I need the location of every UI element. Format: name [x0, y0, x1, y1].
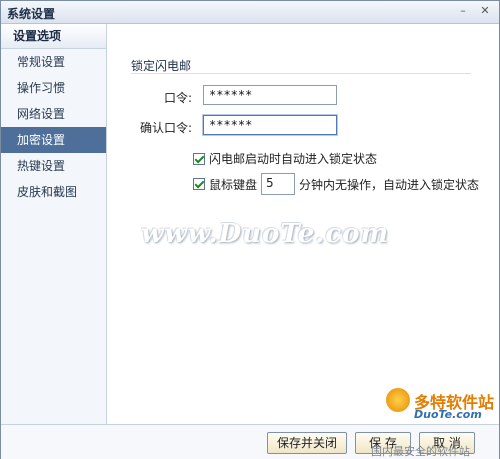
auto-lock-on-start-checkbox[interactable]	[193, 152, 205, 165]
save-and-close-button[interactable]: 保存并关闭	[267, 432, 347, 454]
window-controls: – ✕	[455, 3, 493, 19]
idle-lock-prefix: 鼠标键盘	[209, 177, 258, 192]
confirm-password-field[interactable]: ******	[203, 115, 337, 135]
sidebar-item-skin-screenshot[interactable]: 皮肤和截图	[1, 179, 106, 205]
sidebar-item-habits[interactable]: 操作习惯	[1, 75, 106, 101]
auto-lock-on-start-row: 闪电邮启动时自动进入锁定状态	[193, 150, 377, 167]
idle-minutes-input[interactable]: 5	[261, 173, 296, 195]
sidebar-item-network[interactable]: 网络设置	[1, 101, 106, 127]
settings-sidebar: 设置选项 常规设置 操作习惯 网络设置 加密设置 热键设置 皮肤和截图	[1, 24, 107, 458]
idle-lock-checkbox[interactable]	[193, 178, 205, 190]
title-bar: 系统设置 – ✕	[1, 1, 499, 24]
password-label: 口令:	[163, 91, 192, 105]
auto-lock-on-start-label: 闪电邮启动时自动进入锁定状态	[209, 152, 378, 166]
idle-lock-suffix: 分钟内无操作，自动进入锁定状态	[299, 177, 480, 192]
close-icon[interactable]: ✕	[477, 3, 493, 19]
sidebar-item-hotkeys[interactable]: 热键设置	[1, 153, 106, 179]
lock-section-title: 锁定闪电邮	[131, 59, 192, 73]
password-field[interactable]: ******	[203, 85, 337, 105]
sidebar-header: 设置选项	[1, 24, 106, 49]
site-watermark: www.DuoTe.com	[141, 219, 390, 249]
settings-window: 系统设置 – ✕ 设置选项 常规设置 操作习惯 网络设置 加密设置 热键设置 皮…	[0, 0, 500, 459]
minimize-icon[interactable]: –	[455, 3, 471, 19]
confirm-password-label: 确认口令:	[139, 121, 192, 135]
idle-lock-row: 鼠标键盘 5 分钟内无操作，自动进入锁定状态	[193, 173, 479, 195]
section-divider	[131, 73, 471, 74]
duote-logo-tagline: 国内最安全的软件站	[371, 445, 470, 458]
duote-logo-en: DuoTe.com	[414, 408, 482, 421]
window-title: 系统设置	[7, 7, 56, 21]
sidebar-item-general[interactable]: 常规设置	[1, 49, 106, 75]
sidebar-item-encryption[interactable]: 加密设置	[1, 127, 106, 153]
dialog-footer: 保存并关闭 保 存 取 消 国内最安全的软件站	[1, 424, 499, 459]
duote-logo-icon	[386, 388, 410, 412]
